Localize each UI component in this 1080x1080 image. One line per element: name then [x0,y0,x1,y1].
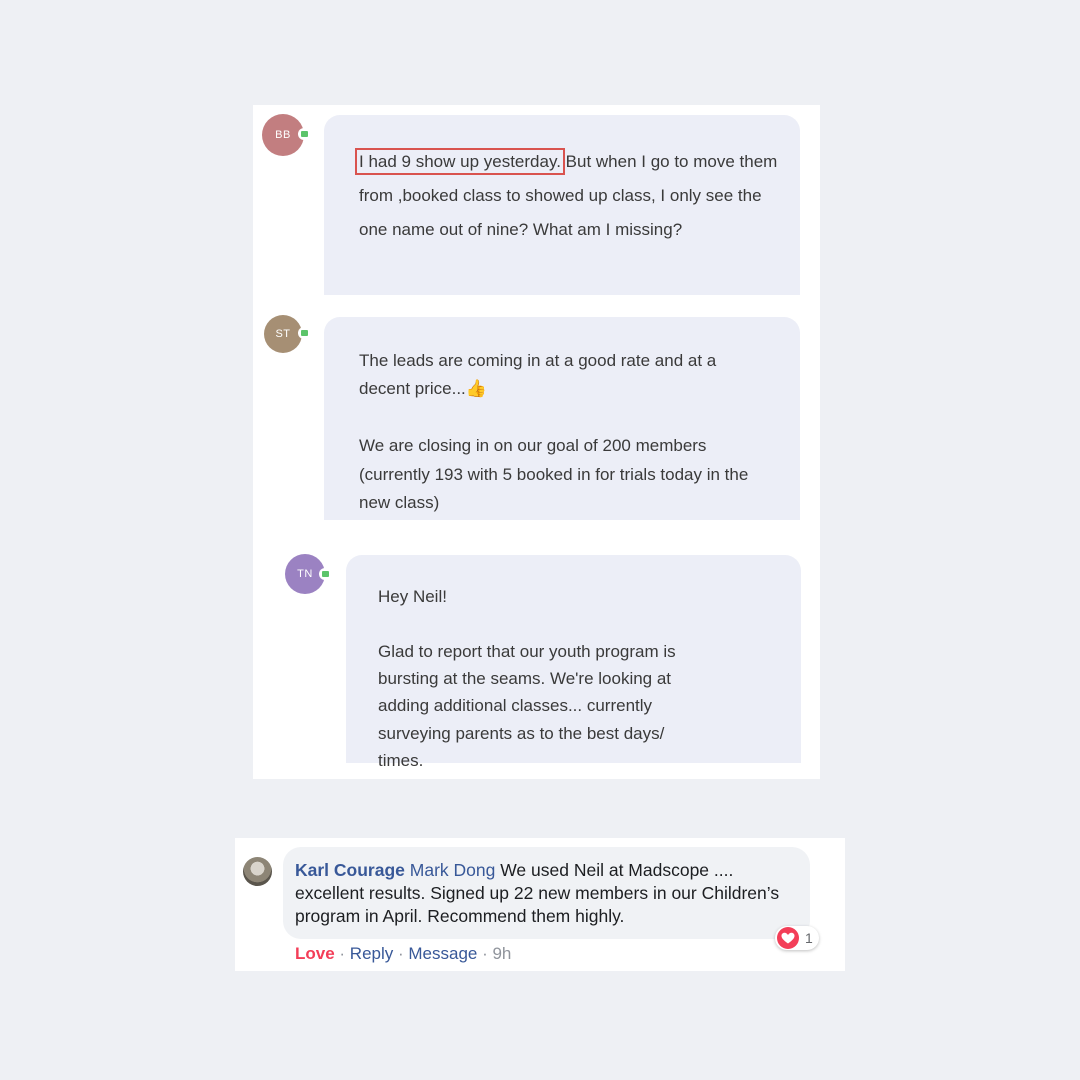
message-text: I had 9 show up yesterday. But when I go… [355,145,779,247]
avatar-st[interactable]: ST [264,315,302,353]
comment-bubble: Karl Courage Mark Dong We used Neil at M… [283,847,810,939]
message-bubble-2: The leads are coming in at a good rate a… [324,317,800,520]
online-badge-icon [298,128,310,140]
thumbs-up-icon: 👍 [465,379,487,398]
highlighted-text: I had 9 show up yesterday. [355,148,565,175]
message-bubble-1: I had 9 show up yesterday. But when I go… [324,115,800,295]
message-paragraph-1: Hey Neil! [378,587,447,606]
comment-actions: Love · Reply · Message · 9h [295,944,511,964]
message-bubble-3: Hey Neil! Glad to report that our youth … [346,555,801,770]
message-paragraph-2: We are closing in on our goal of 200 mem… [359,436,749,512]
separator: · [393,944,409,963]
commenter-avatar[interactable] [243,857,272,886]
message-paragraph-2: Glad to report that our youth program is… [378,642,676,770]
avatar-initials: TN [297,568,313,580]
message-link[interactable]: Message [408,944,477,963]
online-badge-icon [319,568,331,580]
avatar-initials: ST [275,328,291,340]
message-text: The leads are coming in at a good rate a… [359,351,717,398]
mentioned-user-link[interactable]: Mark Dong [410,860,496,880]
online-badge-icon [298,327,310,339]
heart-icon [777,927,799,949]
timestamp-link[interactable]: 9h [492,944,511,963]
reaction-summary[interactable]: 1 [775,926,819,950]
message-paragraph-1: The leads are coming in at a good rate a… [359,347,739,403]
separator: · [477,944,493,963]
avatar-initials: BB [275,129,291,141]
facebook-comment-card: Karl Courage Mark Dong We used Neil at M… [235,838,845,971]
chat-screenshot-card: BB I had 9 show up yesterday. But when I… [253,105,820,779]
separator: · [334,944,350,963]
comment-text: Karl Courage Mark Dong We used Neil at M… [295,859,796,928]
reaction-count: 1 [805,930,813,946]
love-button[interactable]: Love [295,944,335,963]
reply-link[interactable]: Reply [350,944,393,963]
comment-author-link[interactable]: Karl Courage [295,860,405,880]
